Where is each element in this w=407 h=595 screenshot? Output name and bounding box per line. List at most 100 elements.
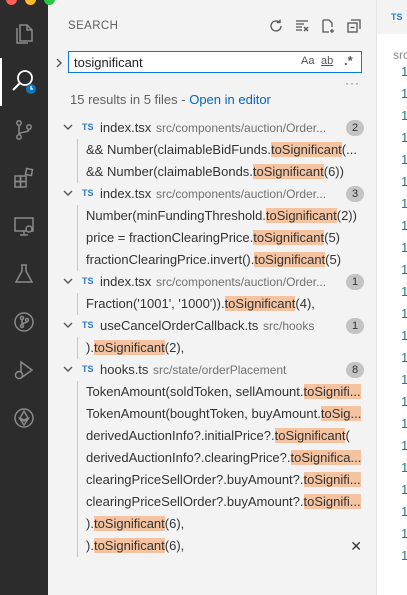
match-result-row[interactable]: ).toSignificant(6), [48, 513, 376, 535]
search-input[interactable]: tosignificant Aa ab .* [68, 51, 362, 73]
run-debug-button[interactable] [0, 346, 48, 394]
match-whole-word-toggle[interactable]: ab [321, 55, 333, 67]
match-result-row[interactable]: derivedAuctionInfo?.clearingPrice?.toSig… [48, 447, 376, 469]
collapse-all-icon[interactable] [346, 18, 362, 34]
new-search-editor-icon[interactable] [320, 18, 336, 34]
toggle-search-details-button[interactable]: ··· [345, 76, 360, 90]
file-result-row[interactable]: TS useCancelOrderCallback.ts src/hooks 1 [48, 315, 376, 337]
line-number: 1 [401, 350, 407, 365]
match-count-badge: 8 [346, 362, 364, 378]
breadcrumb[interactable]: src [393, 48, 407, 62]
source-control-button[interactable] [0, 106, 48, 154]
editor-area: TS src 1 1 1 1 1 1 1 1 1 1 1 1 1 1 1 1 1 1 1 1 1 1 1 [376, 0, 407, 595]
source-control-icon [16, 120, 32, 140]
ethereum-button[interactable] [0, 394, 48, 442]
match-text: Fraction('1001', '1000')).toSignificant(… [86, 296, 374, 311]
file-path: src/state/orderPlacement [153, 363, 287, 377]
file-path: src/components/auction/Order... [156, 121, 327, 135]
match-result-row[interactable]: Number(minFundingThreshold.toSignificant… [48, 205, 376, 227]
chevron-down-icon[interactable] [62, 319, 74, 331]
match-highlight: toSignificant [93, 516, 165, 531]
match-suffix: (... [341, 142, 357, 157]
match-result-row[interactable]: Fraction('1001', '1000')).toSignificant(… [48, 293, 376, 315]
typescript-file-icon: TS [82, 188, 94, 198]
line-number: 1 [401, 328, 407, 343]
match-prefix: price = fractionClearingPrice. [86, 230, 254, 245]
match-suffix: (2)) [336, 208, 357, 223]
results-tree: TS index.tsx src/components/auction/Order.… [48, 117, 376, 557]
match-result-row[interactable]: TokenAmount(boughtToken, buyAmount.toSig… [48, 403, 376, 425]
refresh-icon[interactable] [268, 18, 284, 34]
line-number: 1 [401, 64, 407, 79]
typescript-file-icon: TS [391, 12, 403, 22]
search-button[interactable] [0, 58, 48, 106]
match-suffix: (2), [164, 340, 185, 355]
match-result-row[interactable]: derivedAuctionInfo?.initialPrice?.toSign… [48, 425, 376, 447]
line-number: 1 [401, 86, 407, 101]
line-number: 1 [401, 108, 407, 123]
match-prefix: fractionClearingPrice.invert(). [86, 252, 255, 267]
line-number: 1 [401, 284, 407, 299]
file-result-row[interactable]: TS index.tsx src/components/auction/Order.… [48, 271, 376, 293]
explorer-button[interactable] [0, 10, 48, 58]
match-prefix: ). [86, 516, 94, 531]
toggle-replace-chevron-icon[interactable] [54, 57, 64, 69]
match-prefix: Fraction('1001', '1000')). [86, 296, 225, 311]
match-prefix: TokenAmount(boughtToken, buyAmount. [86, 406, 321, 421]
open-in-editor-link[interactable]: Open in editor [189, 92, 271, 107]
match-text: TokenAmount(soldToken, sellAmount.toSign… [86, 384, 374, 399]
match-result-row[interactable]: price = fractionClearingPrice.toSignific… [48, 227, 376, 249]
match-suffix: (5) [325, 252, 342, 267]
testing-icon [14, 264, 34, 283]
editor-tab[interactable]: TS [377, 0, 407, 34]
match-result-row[interactable]: && Number(claimableBonds.toSignificant(6… [48, 161, 376, 183]
match-suffix: (6), [164, 516, 185, 531]
file-result-row[interactable]: TS hooks.ts src/state/orderPlacement 8 [48, 359, 376, 381]
match-case-toggle[interactable]: Aa [301, 55, 314, 67]
sidebar-title: SEARCH [68, 20, 119, 32]
match-result-row[interactable]: TokenAmount(soldToken, sellAmount.toSign… [48, 381, 376, 403]
match-text: price = fractionClearingPrice.toSignific… [86, 230, 374, 245]
match-highlight: toSignificant [265, 208, 337, 223]
line-number: 1 [401, 372, 407, 387]
line-number: 1 [401, 548, 407, 563]
git-graph-icon [14, 312, 34, 332]
testing-button[interactable] [0, 250, 48, 298]
match-highlight: toSignificant [252, 164, 324, 179]
chevron-down-icon[interactable] [62, 121, 74, 133]
match-result-row[interactable]: clearingPriceSellOrder?.buyAmount?.toSig… [48, 469, 376, 491]
line-number: 1 [401, 152, 407, 167]
remote-explorer-button[interactable] [0, 202, 48, 250]
match-suffix: (4), [295, 296, 315, 311]
use-regex-toggle[interactable]: .* [344, 53, 353, 68]
match-result-row[interactable]: ).toSignificant(2), [48, 337, 376, 359]
file-name: index.tsx [100, 186, 152, 201]
match-highlight: toSignificant [93, 340, 165, 355]
dismiss-match-button[interactable]: ✕ [350, 538, 362, 555]
chevron-down-icon[interactable] [62, 187, 74, 199]
match-prefix: clearingPriceSellOrder?.buyAmount?. [86, 472, 304, 487]
search-icon [12, 70, 36, 94]
chevron-down-icon[interactable] [62, 275, 74, 287]
match-result-row[interactable]: fractionClearingPrice.invert().toSignifi… [48, 249, 376, 271]
match-result-row[interactable]: && Number(claimableBidFunds.toSignifican… [48, 139, 376, 161]
match-text: derivedAuctionInfo?.clearingPrice?.toSig… [86, 450, 374, 465]
match-text: fractionClearingPrice.invert().toSignifi… [86, 252, 374, 267]
activity-bar [0, 0, 48, 595]
file-path: src/components/auction/Order... [156, 187, 327, 201]
line-number: 1 [401, 460, 407, 475]
search-sidebar: SEARCH tosignificant Aa ab .* ··· 15 res… [48, 0, 376, 595]
file-result-row[interactable]: TS index.tsx src/components/auction/Order.… [48, 183, 376, 205]
match-result-row[interactable]: ).toSignificant(6), ✕ [48, 535, 376, 557]
match-highlight: toSignificant [254, 252, 326, 267]
extensions-button[interactable] [0, 154, 48, 202]
match-text: ).toSignificant(2), [86, 340, 374, 355]
file-result-row[interactable]: TS index.tsx src/components/auction/Order.… [48, 117, 376, 139]
match-highlight: toSignificant [270, 142, 342, 157]
match-suffix: (6), [164, 538, 185, 553]
git-graph-button[interactable] [0, 298, 48, 346]
chevron-down-icon[interactable] [62, 363, 74, 375]
match-result-row[interactable]: clearingPriceSellOrder?.buyAmount?.toSig… [48, 491, 376, 513]
match-highlight: toSignifica... [290, 450, 362, 465]
clear-results-icon[interactable] [294, 18, 310, 34]
